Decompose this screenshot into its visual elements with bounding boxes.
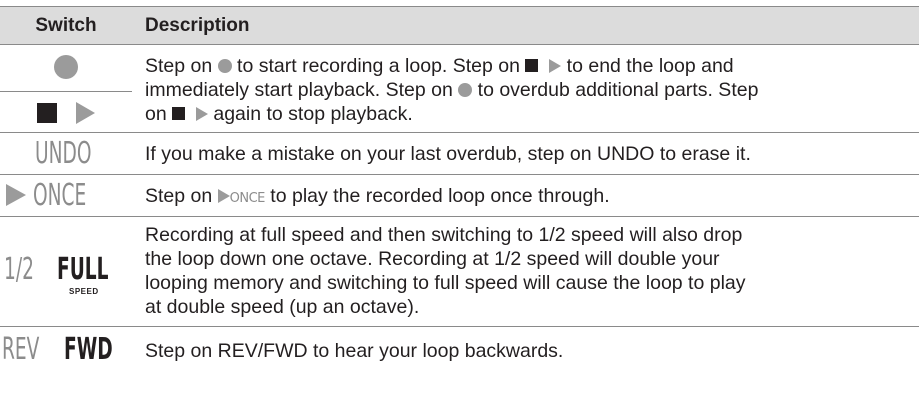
play-triangle-icon: [6, 184, 26, 206]
record-circle-icon: [217, 59, 232, 73]
half-speed-label: 1/2: [4, 252, 34, 287]
record-circle-icon: [458, 83, 473, 97]
table-row-once: ONCE Step on ONCE to play the recorded l…: [0, 175, 919, 217]
table-row-undo: UNDO If you make a mistake on your last …: [0, 133, 919, 175]
description-once: Step on ONCE to play the recorded loop o…: [145, 185, 610, 207]
description-reverse: Step on REV/FWD to hear your loop backwa…: [145, 340, 564, 362]
desc-line: Step on to start recording a loop. Step …: [145, 55, 734, 77]
once-label: ONCE: [33, 178, 87, 213]
play-triangle-icon: [76, 102, 95, 124]
play-triangle-icon: [195, 107, 208, 121]
table-row-record: Step on to start recording a loop. Step …: [0, 45, 919, 133]
header-switch: Switch: [35, 15, 97, 36]
switch-divider: [0, 91, 132, 92]
description-record: Step on to start recording a loop. Step …: [145, 54, 915, 126]
table-header: Switch Description: [0, 6, 919, 45]
desc-line: the loop down one octave. Recording at 1…: [145, 248, 720, 270]
desc-line: on again to stop playback.: [145, 103, 413, 125]
desc-line: immediately start playback. Step on to o…: [145, 79, 759, 101]
once-inline-label: ONCE: [229, 191, 266, 206]
play-triangle-icon: [549, 59, 562, 73]
switch-cell-record: [0, 45, 132, 132]
rev-label: REV: [2, 332, 40, 367]
stop-square-icon: [172, 107, 186, 120]
stop-square-icon: [525, 59, 539, 72]
table-row-reverse: REV FWD Step on REV/FWD to hear your loo…: [0, 327, 919, 369]
stop-square-icon: [37, 103, 57, 123]
table-row-speed: 1/2 FULL SPEED Recording at full speed a…: [0, 217, 919, 327]
fwd-label: FWD: [64, 332, 113, 367]
switch-cell-undo: UNDO: [0, 133, 132, 174]
full-speed-label: FULL: [57, 252, 109, 287]
desc-line: Recording at full speed and then switchi…: [145, 224, 743, 246]
description-undo: If you make a mistake on your last overd…: [145, 143, 751, 165]
record-circle-icon: [54, 55, 78, 79]
description-speed: Recording at full speed and then switchi…: [145, 223, 915, 319]
desc-line: looping memory and switching to full spe…: [145, 272, 746, 294]
undo-label: UNDO: [35, 136, 92, 171]
switch-cell-once: ONCE: [0, 175, 132, 216]
play-triangle-icon: [217, 189, 230, 203]
speed-caption: SPEED: [69, 287, 99, 296]
desc-line: at double speed (up an octave).: [145, 296, 420, 318]
header-description: Description: [145, 15, 250, 36]
switch-cell-speed: 1/2 FULL SPEED: [0, 217, 132, 326]
switch-cell-reverse: REV FWD: [0, 327, 132, 369]
